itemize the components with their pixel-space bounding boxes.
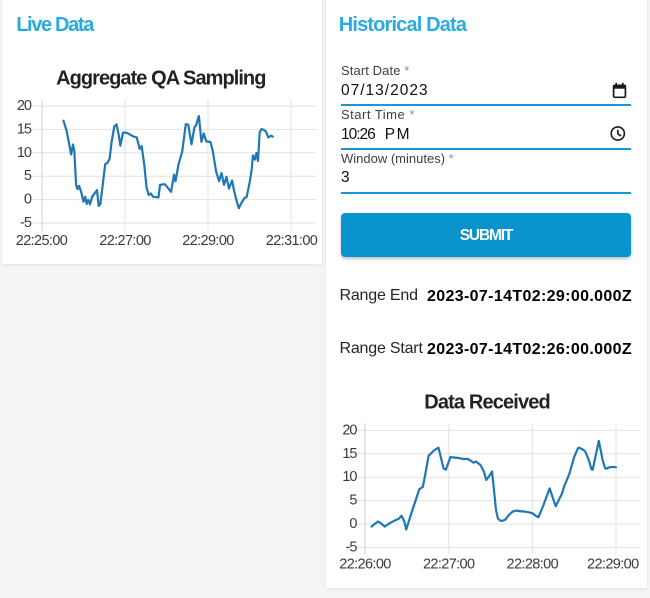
svg-text:5: 5 [349,493,357,509]
svg-text:5: 5 [24,168,32,184]
svg-text:20: 20 [17,98,32,114]
svg-text:20: 20 [342,422,357,438]
svg-text:10: 10 [17,145,32,161]
svg-text:15: 15 [342,446,357,462]
svg-text:Aggregate QA Sampling: Aggregate QA Sampling [56,68,265,90]
svg-text:22:29:00: 22:29:00 [182,233,234,249]
svg-text:-5: -5 [345,540,357,556]
svg-text:15: 15 [17,121,32,137]
svg-text:22:28:00: 22:28:00 [506,557,558,573]
svg-text:22:27:00: 22:27:00 [99,233,151,249]
svg-text:10: 10 [342,469,357,485]
svg-text:22:31:00: 22:31:00 [266,233,318,249]
svg-text:22:26:00: 22:26:00 [339,557,391,573]
svg-text:-5: -5 [20,215,32,231]
svg-text:0: 0 [24,192,32,208]
svg-text:22:29:00: 22:29:00 [587,557,639,573]
svg-text:22:27:00: 22:27:00 [422,557,474,573]
svg-text:22:25:00: 22:25:00 [16,233,68,249]
svg-text:0: 0 [349,516,357,532]
svg-text:Data Received: Data Received [424,392,550,414]
